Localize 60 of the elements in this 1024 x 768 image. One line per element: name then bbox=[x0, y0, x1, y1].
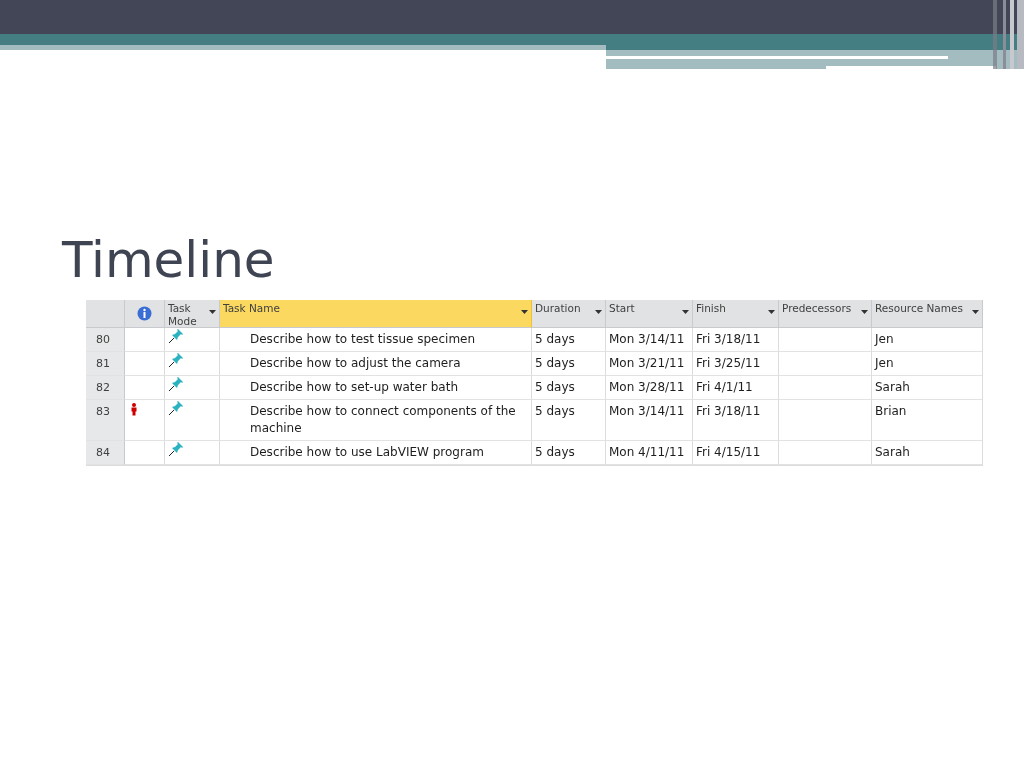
table-cell: Jen bbox=[872, 328, 983, 352]
row-number: 81 bbox=[86, 352, 125, 376]
table-cell: Describe how to test tissue specimen bbox=[220, 328, 532, 352]
column-header-label: Task Name bbox=[223, 302, 280, 315]
row-number: 82 bbox=[86, 376, 125, 400]
slide-title: Timeline bbox=[62, 230, 276, 291]
row-number: 84 bbox=[86, 441, 125, 465]
table-cell: Mon 3/21/11 bbox=[606, 352, 693, 376]
column-header-label: Task Mode bbox=[168, 302, 198, 328]
row-number: 83 bbox=[86, 400, 125, 441]
column-header[interactable]: Resource Names bbox=[872, 300, 983, 328]
info-icon bbox=[137, 306, 152, 321]
table-cell: 5 days bbox=[532, 400, 606, 441]
dropdown-caret-icon[interactable] bbox=[861, 310, 868, 314]
column-header[interactable]: Predecessors bbox=[779, 300, 872, 328]
dropdown-caret-icon[interactable] bbox=[768, 310, 775, 314]
table-cell: Fri 3/18/11 bbox=[693, 400, 779, 441]
pushpin-icon bbox=[168, 442, 183, 457]
column-header-label: Predecessors bbox=[782, 302, 852, 315]
table-cell: 5 days bbox=[532, 352, 606, 376]
table-cell: 5 days bbox=[532, 441, 606, 465]
column-header-label: Start bbox=[609, 302, 635, 315]
indicators-header[interactable] bbox=[125, 300, 165, 328]
table-cell: Describe how to set-up water bath bbox=[220, 376, 532, 400]
table-cell: Brian bbox=[872, 400, 983, 441]
dropdown-caret-icon[interactable] bbox=[595, 310, 602, 314]
person-icon bbox=[131, 403, 137, 416]
column-header-label: Finish bbox=[696, 302, 726, 315]
column-header[interactable]: Finish bbox=[693, 300, 779, 328]
table-cell: Fri 3/18/11 bbox=[693, 328, 779, 352]
dropdown-caret-icon[interactable] bbox=[682, 310, 689, 314]
column-header-label: Duration bbox=[535, 302, 581, 315]
column-header-label: Resource Names bbox=[875, 302, 963, 315]
column-header[interactable]: Task Name bbox=[220, 300, 532, 328]
dropdown-caret-icon[interactable] bbox=[972, 310, 979, 314]
table-cell: Fri 4/15/11 bbox=[693, 441, 779, 465]
row-number: 80 bbox=[86, 328, 125, 352]
pushpin-icon bbox=[168, 353, 183, 368]
table-cell: Describe how to use LabVIEW program bbox=[220, 441, 532, 465]
table-cell: 5 days bbox=[532, 376, 606, 400]
table-cell: Describe how to adjust the camera bbox=[220, 352, 532, 376]
column-header[interactable]: Duration bbox=[532, 300, 606, 328]
dropdown-caret-icon[interactable] bbox=[521, 310, 528, 314]
table-cell: Jen bbox=[872, 352, 983, 376]
table-cell: Fri 4/1/11 bbox=[693, 376, 779, 400]
column-header[interactable]: Start bbox=[606, 300, 693, 328]
table-cell: Sarah bbox=[872, 441, 983, 465]
table-cell: 5 days bbox=[532, 328, 606, 352]
pushpin-icon bbox=[168, 401, 183, 416]
table-cell: Mon 3/28/11 bbox=[606, 376, 693, 400]
pushpin-icon bbox=[168, 329, 183, 344]
table-cell: Mon 3/14/11 bbox=[606, 400, 693, 441]
table-cell: Fri 3/25/11 bbox=[693, 352, 779, 376]
pushpin-icon bbox=[168, 377, 183, 392]
table-cell: Sarah bbox=[872, 376, 983, 400]
table-cell: Mon 3/14/11 bbox=[606, 328, 693, 352]
column-header[interactable]: Task Mode bbox=[165, 300, 220, 328]
table-cell: Describe how to connect components of the machine bbox=[220, 400, 532, 441]
table-cell: Mon 4/11/11 bbox=[606, 441, 693, 465]
dropdown-caret-icon[interactable] bbox=[209, 310, 216, 314]
